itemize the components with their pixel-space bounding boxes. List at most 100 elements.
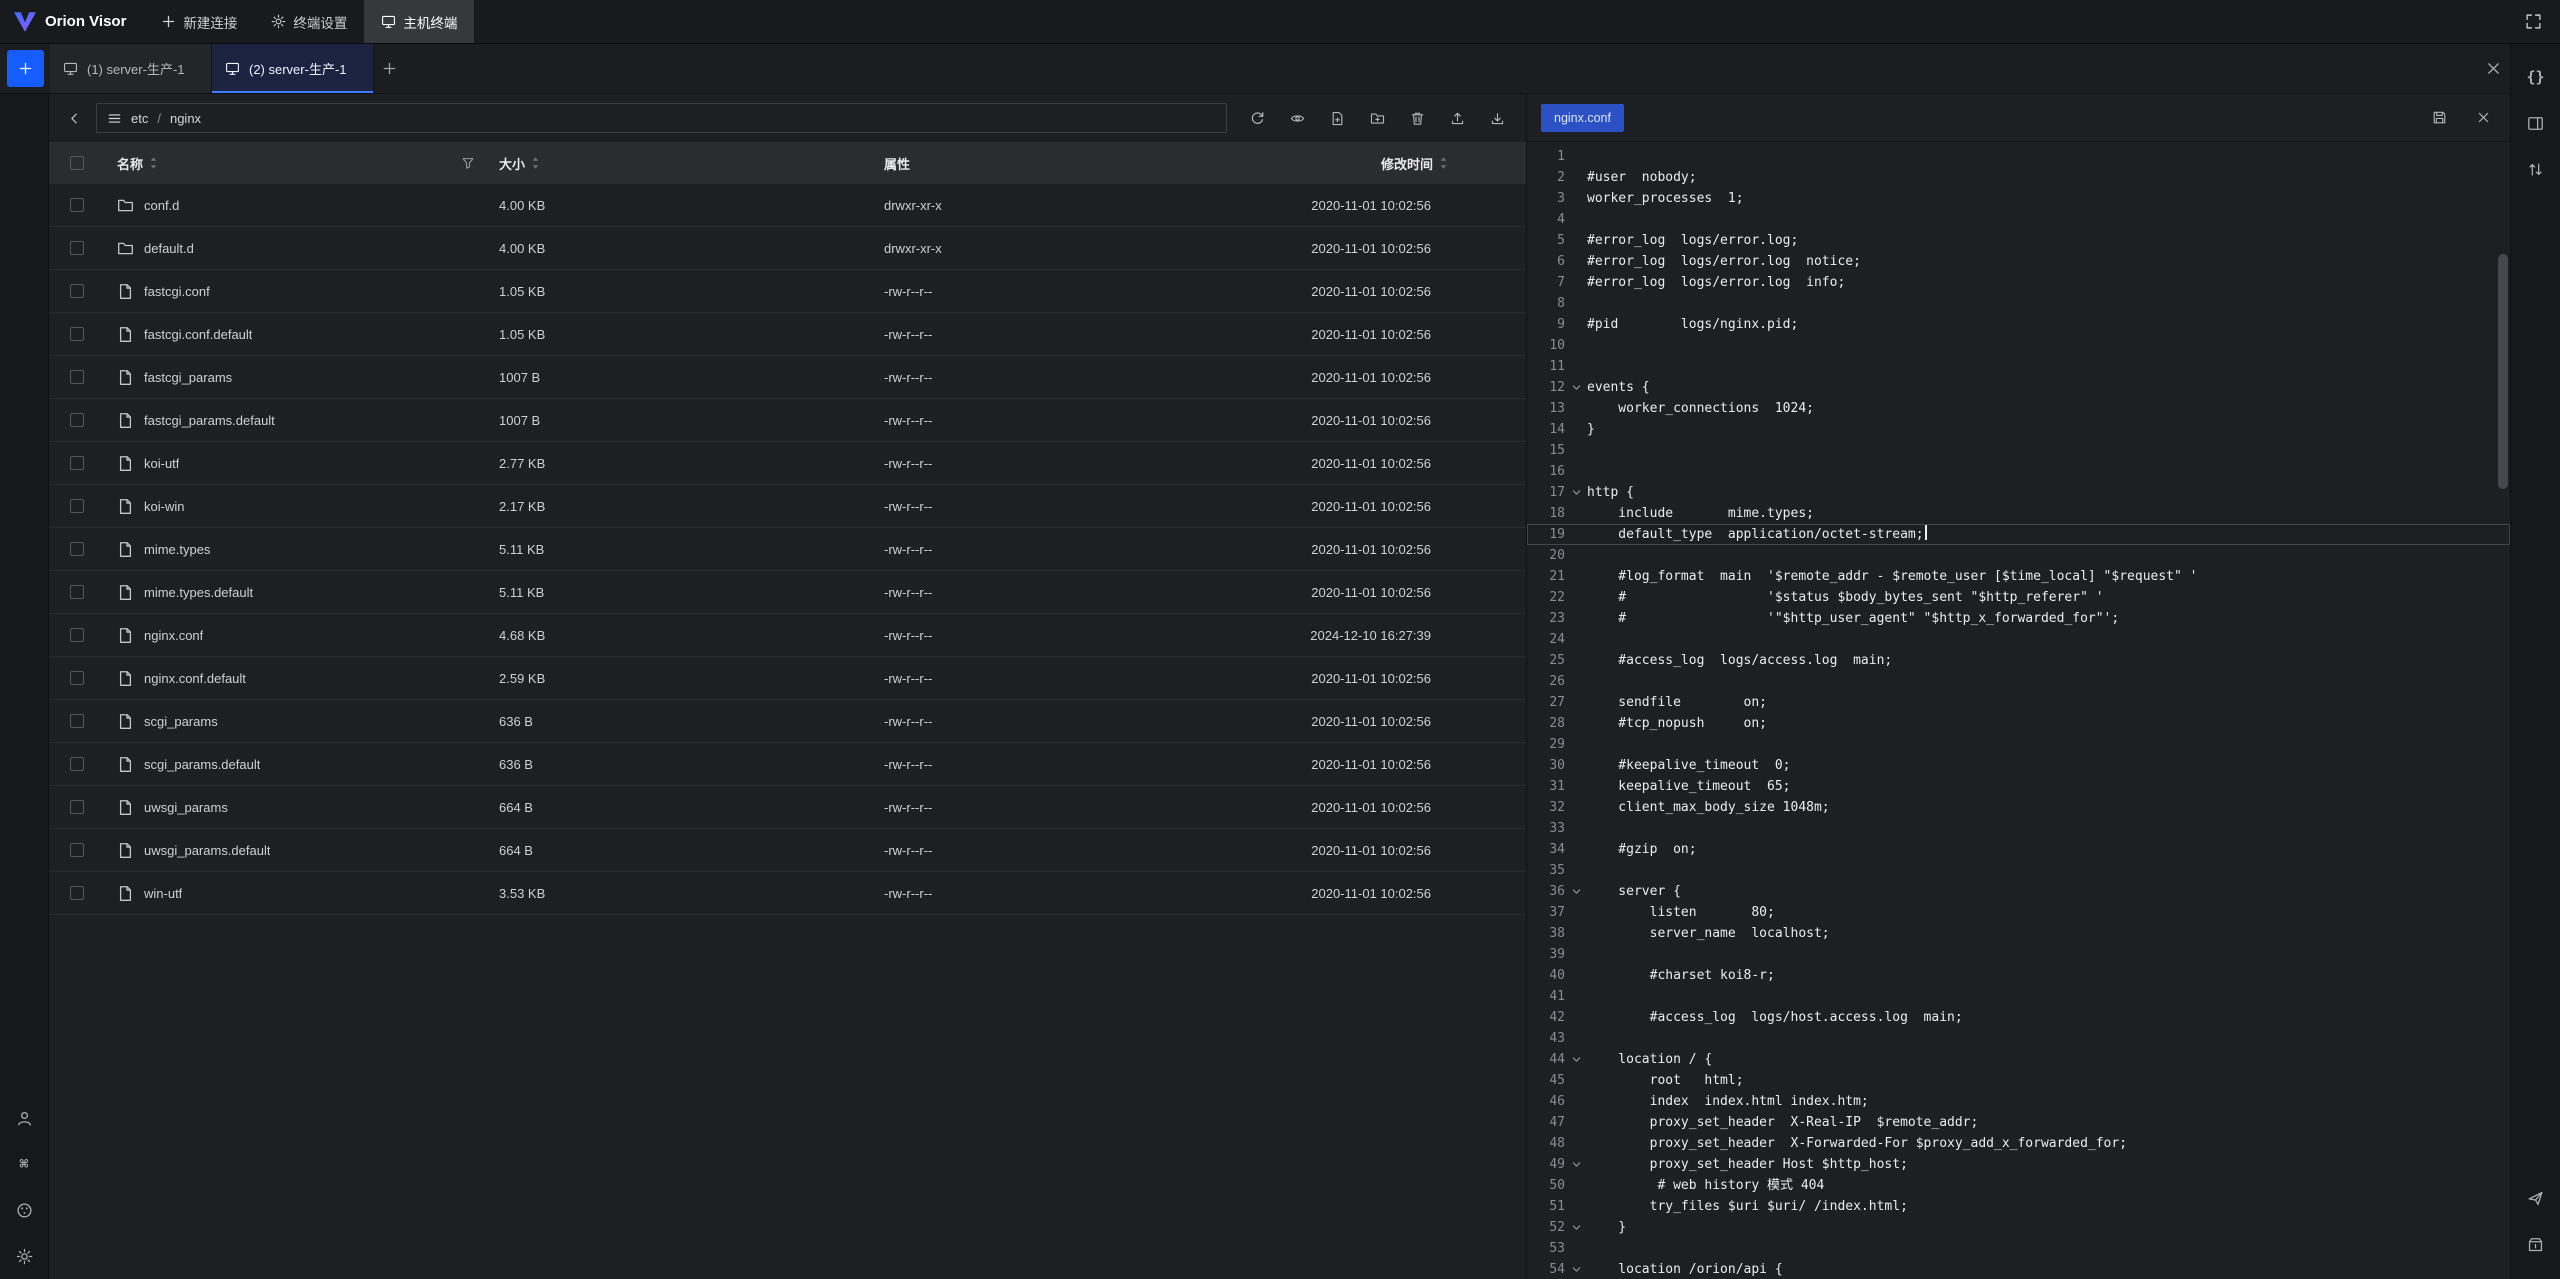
new-folder-button[interactable] [1364,105,1390,131]
fold-toggle[interactable] [1565,382,1587,393]
fold-toggle[interactable] [1565,886,1587,897]
code-line-11[interactable]: 11 [1527,356,2510,377]
close-editor-button[interactable] [2470,105,2496,131]
file-row[interactable]: scgi_params636 B-rw-r--r--2020-11-01 10:… [49,700,1526,743]
file-name[interactable]: koi-utf [144,456,179,471]
code-line-27[interactable]: 27 sendfile on; [1527,692,2510,713]
code-line-13[interactable]: 13 worker_connections 1024; [1527,398,2510,419]
code-line-12[interactable]: 12events { [1527,377,2510,398]
add-tab-button[interactable] [374,44,404,93]
row-checkbox[interactable] [70,714,84,728]
code-line-26[interactable]: 26 [1527,671,2510,692]
code-line-29[interactable]: 29 [1527,734,2510,755]
code-line-23[interactable]: 23 # '"$http_user_agent" "$http_x_forwar… [1527,608,2510,629]
show-hidden-button[interactable] [1284,105,1310,131]
file-name[interactable]: default.d [144,241,194,256]
file-name[interactable]: mime.types [144,542,210,557]
row-checkbox[interactable] [70,370,84,384]
row-checkbox[interactable] [70,241,84,255]
code-line-17[interactable]: 17http { [1527,482,2510,503]
file-name[interactable]: fastcgi_params [144,370,232,385]
menu-terminal-settings[interactable]: 终端设置 [254,0,364,43]
file-name[interactable]: mime.types.default [144,585,253,600]
sort-carets-icon[interactable] [531,156,540,170]
back-button[interactable] [61,105,87,131]
file-name[interactable]: scgi_params [144,714,218,729]
refresh-button[interactable] [1244,105,1270,131]
code-line-14[interactable]: 14} [1527,419,2510,440]
file-name[interactable]: fastcgi_params.default [144,413,275,428]
row-checkbox[interactable] [70,585,84,599]
code-line-35[interactable]: 35 [1527,860,2510,881]
user-info-button[interactable] [9,1103,39,1133]
upload-button[interactable] [1444,105,1470,131]
filter-icon[interactable] [461,156,475,170]
file-name[interactable]: conf.d [144,198,179,213]
code-line-41[interactable]: 41 [1527,986,2510,1007]
code-line-45[interactable]: 45 root html; [1527,1070,2510,1091]
transfer-list-button[interactable] [2521,154,2551,184]
code-line-8[interactable]: 8 [1527,293,2510,314]
fold-toggle[interactable] [1565,1222,1587,1233]
theme-button[interactable] [9,1195,39,1225]
code-line-44[interactable]: 44 location / { [1527,1049,2510,1070]
code-line-24[interactable]: 24 [1527,629,2510,650]
code-line-39[interactable]: 39 [1527,944,2510,965]
new-file-button[interactable] [1324,105,1350,131]
file-name[interactable]: uwsgi_params [144,800,228,815]
code-line-18[interactable]: 18 include mime.types; [1527,503,2510,524]
breadcrumb-segment-etc[interactable]: etc [131,111,148,126]
save-button[interactable] [2426,105,2452,131]
new-terminal-button[interactable] [7,50,44,87]
code-line-36[interactable]: 36 server { [1527,881,2510,902]
code-line-50[interactable]: 50 # web history 模式 404 [1527,1175,2510,1196]
send-command-button[interactable] [2521,1183,2551,1213]
code-line-22[interactable]: 22 # '$status $body_bytes_sent "$http_re… [1527,587,2510,608]
code-line-40[interactable]: 40 #charset koi8-r; [1527,965,2510,986]
menu-new-connection[interactable]: 新建连接 [144,0,254,43]
code-line-33[interactable]: 33 [1527,818,2510,839]
row-checkbox[interactable] [70,843,84,857]
code-line-32[interactable]: 32 client_max_body_size 1048m; [1527,797,2510,818]
code-line-5[interactable]: 5#error_log logs/error.log; [1527,230,2510,251]
code-line-34[interactable]: 34 #gzip on; [1527,839,2510,860]
code-line-42[interactable]: 42 #access_log logs/host.access.log main… [1527,1007,2510,1028]
row-checkbox[interactable] [70,800,84,814]
settings-button[interactable] [9,1241,39,1271]
snippets-button[interactable]: {} [2521,62,2551,92]
code-line-46[interactable]: 46 index index.html index.htm; [1527,1091,2510,1112]
row-checkbox[interactable] [70,671,84,685]
sort-carets-icon[interactable] [1439,156,1448,170]
select-all-checkbox[interactable] [70,156,84,170]
code-line-54[interactable]: 54 location /orion/api { [1527,1259,2510,1279]
code-line-37[interactable]: 37 listen 80; [1527,902,2510,923]
file-row[interactable]: nginx.conf.default2.59 KB-rw-r--r--2020-… [49,657,1526,700]
fold-toggle[interactable] [1565,487,1587,498]
row-checkbox[interactable] [70,886,84,900]
code-line-20[interactable]: 20 [1527,545,2510,566]
code-line-47[interactable]: 47 proxy_set_header X-Real-IP $remote_ad… [1527,1112,2510,1133]
file-row[interactable]: win-utf3.53 KB-rw-r--r--2020-11-01 10:02… [49,872,1526,915]
code-line-38[interactable]: 38 server_name localhost; [1527,923,2510,944]
editor-file-tab[interactable]: nginx.conf [1541,104,1624,132]
download-button[interactable] [1484,105,1510,131]
file-name[interactable]: nginx.conf [144,628,203,643]
code-line-21[interactable]: 21 #log_format main '$remote_addr - $rem… [1527,566,2510,587]
file-row[interactable]: fastcgi.conf.default1.05 KB-rw-r--r--202… [49,313,1526,356]
file-name[interactable]: scgi_params.default [144,757,260,772]
file-row[interactable]: uwsgi_params664 B-rw-r--r--2020-11-01 10… [49,786,1526,829]
file-name[interactable]: fastcgi.conf.default [144,327,252,342]
row-checkbox[interactable] [70,198,84,212]
code-line-52[interactable]: 52 } [1527,1217,2510,1238]
fold-toggle[interactable] [1565,1264,1587,1275]
file-row[interactable]: mime.types.default5.11 KB-rw-r--r--2020-… [49,571,1526,614]
file-row[interactable]: fastcgi_params1007 B-rw-r--r--2020-11-01… [49,356,1526,399]
code-line-28[interactable]: 28 #tcp_nopush on; [1527,713,2510,734]
code-line-7[interactable]: 7#error_log logs/error.log info; [1527,272,2510,293]
row-checkbox[interactable] [70,499,84,513]
file-name[interactable]: win-utf [144,886,182,901]
sftp-panel-button[interactable] [2521,108,2551,138]
code-line-15[interactable]: 15 [1527,440,2510,461]
file-name[interactable]: fastcgi.conf [144,284,210,299]
file-row[interactable]: mime.types5.11 KB-rw-r--r--2020-11-01 10… [49,528,1526,571]
